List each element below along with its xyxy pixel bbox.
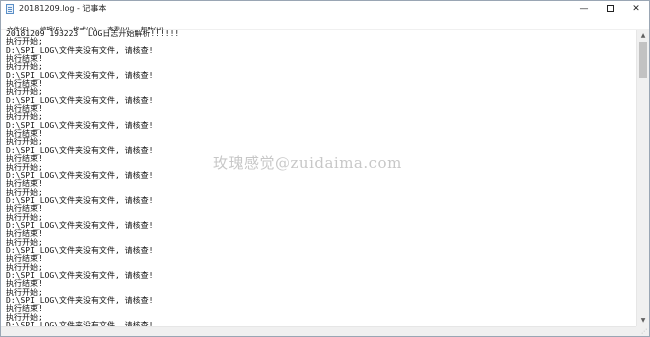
menu-bar: 文件(F)编辑(E)格式(O)查看(V)帮助(H) xyxy=(1,17,649,34)
window-title: 20181209.log - 记事本 xyxy=(19,4,107,13)
scroll-up-arrow-icon[interactable]: ▲ xyxy=(637,30,649,41)
scroll-down-arrow-icon[interactable]: ▼ xyxy=(637,315,649,326)
text-line: 执行结束! xyxy=(6,54,43,64)
notepad-icon xyxy=(6,4,14,14)
text-line: 执行结束! xyxy=(6,129,43,139)
vertical-scrollbar[interactable]: ▲ ▼ xyxy=(636,30,649,326)
resize-grip-icon: ⋰ xyxy=(641,328,647,335)
text-line: D:\SPI_LOG\文件夹没有文件, 请核查! xyxy=(6,170,154,180)
text-line: 20181209 193223 LOG日志开始解析!!!!!! xyxy=(6,30,180,38)
text-line: D:\SPI_LOG\文件夹没有文件, 请核查! xyxy=(6,95,154,105)
text-line: D:\SPI_LOG\文件夹没有文件, 请核查! xyxy=(6,195,154,205)
text-line: D:\SPI_LOG\文件夹没有文件, 请核查! xyxy=(6,296,154,305)
text-editor-area[interactable]: 20181209 193223 LOG日志开始解析!!!!!! 执行开始; D:\S… xyxy=(1,30,636,326)
text-line: D:\SPI_LOG\文件夹没有文件, 请核查! xyxy=(6,120,154,130)
resize-corner[interactable]: ⋰ xyxy=(636,326,649,336)
text-line: D:\SPI_LOG\文件夹没有文件, 请核查! xyxy=(6,220,154,230)
text-line: D:\SPI_LOG\文件夹没有文件, 请核查! xyxy=(6,245,154,255)
text-line: 执行结束! xyxy=(6,204,43,214)
text-line: D:\SPI_LOG\文件夹没有文件, 请核查! xyxy=(6,270,154,280)
horizontal-scrollbar[interactable] xyxy=(1,326,636,336)
text-line: 执行结束! xyxy=(6,279,43,289)
maximize-button[interactable] xyxy=(597,1,623,17)
text-line: 执行结束! xyxy=(6,304,43,314)
watermark-text: 玫瑰感觉@zuidaima.com xyxy=(213,154,402,172)
scrollbar-thumb[interactable] xyxy=(639,42,647,78)
text-line: D:\SPI_LOG\文件夹没有文件, 请核查! xyxy=(6,45,154,55)
close-button[interactable]: ✕ xyxy=(623,1,649,17)
text-line: D:\SPI_LOG\文件夹没有文件, 请核查! xyxy=(6,70,154,80)
minimize-button[interactable]: — xyxy=(571,1,597,17)
text-line: 执行结束! xyxy=(6,254,43,264)
maximize-icon xyxy=(606,5,614,12)
title-bar[interactable]: 20181209.log - 记事本 — ✕ xyxy=(1,1,649,17)
notepad-window: 20181209.log - 记事本 — ✕ 文件(F)编辑(E)格式(O)查看… xyxy=(0,0,650,337)
text-line: 执行结束! xyxy=(6,104,43,114)
text-line: 执行结束! xyxy=(6,79,43,89)
text-line: 执行结束! xyxy=(6,229,43,239)
text-line: 执行结束! xyxy=(6,179,43,189)
